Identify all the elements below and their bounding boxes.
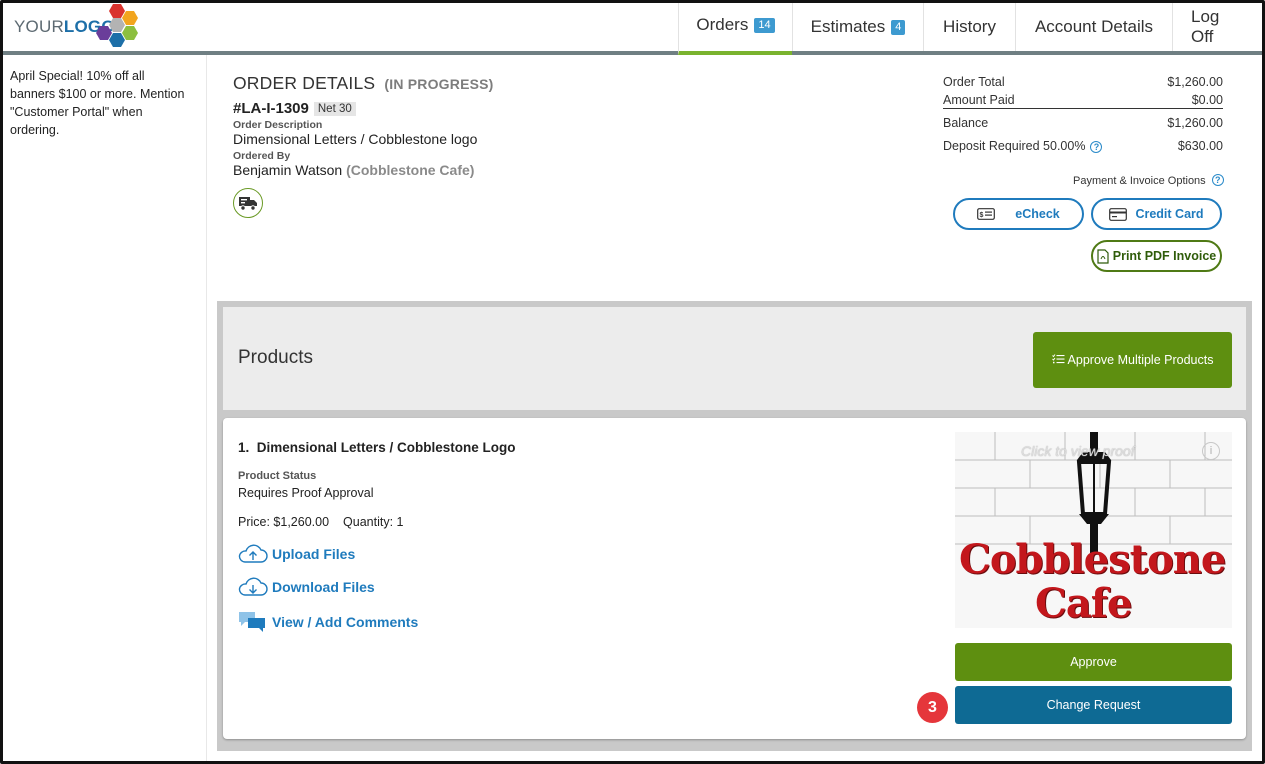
order-total-label: Order Total [943,75,1005,89]
ordered-by-name: Benjamin Watson [233,162,343,178]
approve-multiple-products-button[interactable]: Approve Multiple Products [1033,332,1232,388]
proof-logo-line1: Cobblestone [959,536,1226,583]
products-panel: Products Approve Multiple Products 1. Di… [217,301,1252,751]
svg-text:$: $ [980,212,984,219]
echeck-button[interactable]: $ eCheck [953,198,1084,230]
nav-log-off[interactable]: Log Off [1172,3,1262,51]
print-pdf-invoice-button[interactable]: Print PDF Invoice [1091,240,1222,272]
amount-paid-label: Amount Paid [943,92,1015,107]
product-status-label: Product Status [238,470,317,482]
print-pdf-invoice-label: Print PDF Invoice [1112,249,1217,263]
proof-info-icon[interactable]: i [1202,442,1220,460]
pdf-file-icon [1097,248,1109,264]
logo-hexagons-icon [96,4,138,47]
delivery-truck-icon[interactable] [233,188,263,218]
deposit-label: Deposit Required 50.00% [943,139,1086,153]
order-total-value: $1,260.00 [1167,75,1223,89]
nav-orders[interactable]: Orders 14 [678,3,792,55]
order-total-row: Order Total $1,260.00 [943,73,1223,91]
change-request-button[interactable]: Change Request [955,686,1232,724]
payment-terms-badge: Net 30 [313,101,356,116]
order-status: (IN PROGRESS) [384,76,494,92]
echeck-icon: $ [977,208,996,220]
proof-thumbnail[interactable]: Click to view proof i Cobblestone Cafe [955,432,1232,628]
product-status: Requires Proof Approval [238,486,374,500]
promo-text: April Special! 10% off all banners $100 … [10,69,185,137]
order-details-title: ORDER DETAILS (IN PROGRESS) [233,73,494,94]
order-number: #LA-I-1309 [233,100,309,117]
ordered-by-company: (Cobblestone Cafe) [346,162,475,178]
product-quantity: Quantity: 1 [343,515,404,529]
checklist-icon [1051,354,1065,364]
nav-account-details[interactable]: Account Details [1015,3,1172,51]
comments-icon [239,612,265,632]
nav-history-label: History [943,17,996,36]
amount-paid-row: Amount Paid $0.00 [943,91,1223,109]
product-price: Price: $1,260.00 [238,515,330,529]
upload-files-link[interactable]: Upload Files [238,543,355,565]
deposit-value: $630.00 [1177,139,1223,153]
download-files-link[interactable]: Download Files [238,576,375,598]
cloud-upload-icon [238,544,268,563]
balance-label: Balance [943,116,989,130]
view-add-comments-link[interactable]: View / Add Comments [238,610,418,634]
cloud-download-icon [238,577,268,596]
upload-files-label: Upload Files [272,546,356,562]
deposit-help-icon[interactable]: ? [1090,140,1103,153]
deposit-row: Deposit Required 50.00%? $630.00 [943,137,1223,155]
payment-options: Payment & Invoice Options? [1073,173,1224,187]
credit-card-button[interactable]: Credit Card [1091,198,1222,230]
nav-estimates-label: Estimates [810,17,886,36]
sidebar-divider [206,55,207,761]
approve-button[interactable]: Approve [955,643,1232,681]
nav-log-off-label: Log Off [1191,7,1220,46]
payment-options-help-icon[interactable]: ? [1211,173,1224,186]
product-price-quantity: Price: $1,260.00 Quantity: 1 [238,515,404,529]
main-nav: Orders 14 Estimates 4 History Account De… [678,3,1262,55]
step-callout-badge: 3 [917,692,948,723]
nav-orders-label: Orders [696,15,749,34]
order-description-label: Order Description [233,119,323,131]
balance-row: Balance $1,260.00 [943,114,1223,132]
logo-prefix: YOUR [14,17,64,36]
ordered-by-label: Ordered By [233,150,291,162]
credit-card-icon [1109,207,1128,221]
order-details: ORDER DETAILS (IN PROGRESS) #LA-I-1309 N… [233,73,494,218]
download-files-label: Download Files [272,579,375,595]
product-name: 1. Dimensional Letters / Cobblestone Log… [238,440,516,455]
nav-estimates[interactable]: Estimates 4 [792,3,923,51]
nav-account-details-label: Account Details [1034,17,1154,36]
order-totals: Order Total $1,260.00 Amount Paid $0.00 … [943,73,1223,155]
orders-count-badge: 14 [754,17,775,33]
product-card: 1. Dimensional Letters / Cobblestone Log… [223,418,1246,739]
products-header: Products Approve Multiple Products [223,307,1246,410]
app-window: YOURLOGO Orders 14 Estimates 4 History A [0,0,1265,764]
balance-value: $1,260.00 [1167,116,1223,130]
credit-card-label: Credit Card [1135,207,1204,221]
echeck-label: eCheck [1015,207,1060,221]
top-header: YOURLOGO Orders 14 Estimates 4 History A [3,3,1262,55]
products-title: Products [238,347,313,368]
nav-history[interactable]: History [923,3,1015,51]
payment-options-label: Payment & Invoice Options [1073,175,1206,187]
page-title: ORDER DETAILS [233,73,376,93]
order-description: Dimensional Letters / Cobblestone logo [233,131,478,147]
proof-logo-line2: Cafe [1035,580,1132,627]
approve-multiple-label: Approve Multiple Products [1067,353,1214,367]
estimates-count-badge: 4 [891,19,906,35]
amount-paid-value: $0.00 [1191,92,1223,107]
proof-hint: Click to view proof [1021,443,1135,459]
view-add-comments-label: View / Add Comments [272,614,419,630]
